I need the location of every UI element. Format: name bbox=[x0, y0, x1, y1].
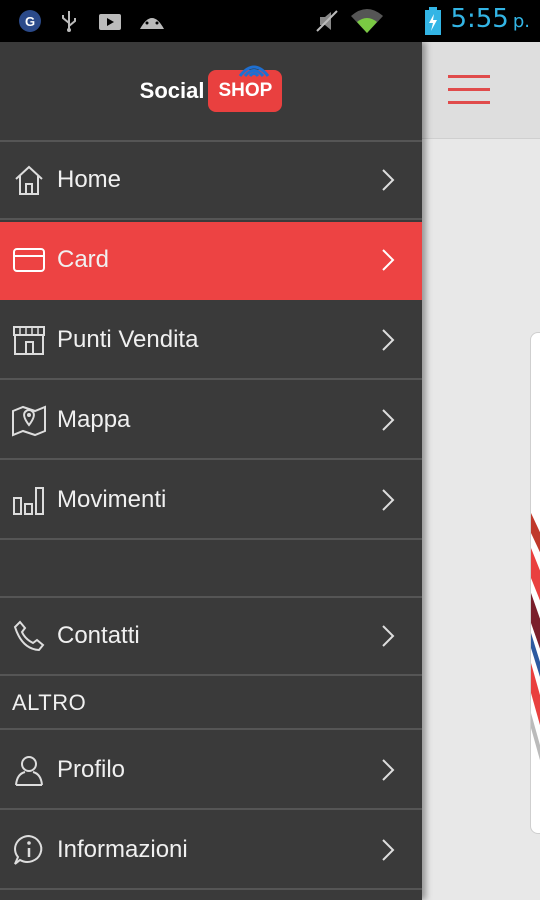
section-header-altro: ALTRO bbox=[0, 678, 422, 730]
menu-item-profilo[interactable]: Profilo bbox=[0, 732, 422, 810]
info-icon bbox=[11, 832, 47, 868]
status-bar: G 5:55 p. bbox=[0, 0, 540, 42]
phone-icon bbox=[11, 618, 47, 654]
svg-text:G: G bbox=[25, 14, 35, 29]
menu-item-label: Movimenti bbox=[57, 486, 167, 513]
menu-item-movimenti[interactable]: Movimenti bbox=[0, 462, 422, 540]
menu-item-contatti[interactable]: Contatti bbox=[0, 598, 422, 676]
chevron-right-icon bbox=[376, 485, 400, 515]
logo-text: Social bbox=[139, 78, 205, 103]
app-bar bbox=[422, 42, 540, 139]
menu-item-label: Mappa bbox=[57, 406, 131, 433]
android-icon bbox=[138, 9, 166, 33]
clock: 5:55 p. bbox=[450, 4, 530, 34]
chevron-right-icon bbox=[376, 405, 400, 435]
wifi-signal-icon bbox=[239, 65, 270, 78]
bar-chart-icon bbox=[11, 482, 47, 518]
battery-charging-icon bbox=[424, 7, 442, 35]
section-title: ALTRO bbox=[12, 690, 87, 715]
user-icon bbox=[11, 752, 47, 788]
hamburger-menu-icon[interactable] bbox=[448, 75, 490, 105]
mute-icon bbox=[314, 9, 340, 33]
media-icon bbox=[98, 9, 122, 33]
navigation-drawer: Social SHOP Home Card Punti Vendita Mapp… bbox=[0, 42, 422, 900]
menu-item-label: Informazioni bbox=[57, 836, 188, 863]
chevron-right-icon bbox=[376, 755, 400, 785]
chevron-right-icon bbox=[376, 245, 400, 275]
home-icon bbox=[11, 162, 47, 198]
menu-item-informazioni[interactable]: Informazioni bbox=[0, 812, 422, 890]
menu-item-mappa[interactable]: Mappa bbox=[0, 382, 422, 460]
menu-item-label: Profilo bbox=[57, 756, 126, 783]
menu-item-punti-vendita[interactable]: Punti Vendita bbox=[0, 302, 422, 380]
card-preview[interactable] bbox=[530, 332, 540, 834]
map-icon bbox=[11, 402, 47, 438]
chevron-right-icon bbox=[376, 325, 400, 355]
store-icon bbox=[11, 322, 47, 358]
wifi-icon bbox=[350, 9, 384, 33]
menu-item-card[interactable]: Card bbox=[0, 222, 422, 300]
main-content bbox=[422, 42, 540, 900]
menu-item-label: Home bbox=[57, 166, 122, 193]
chevron-right-icon bbox=[376, 165, 400, 195]
menu-item-home[interactable]: Home bbox=[0, 142, 422, 220]
menu-item-label: Contatti bbox=[57, 622, 140, 649]
app-logo: Social SHOP bbox=[0, 42, 422, 142]
chevron-right-icon bbox=[376, 835, 400, 865]
menu-divider bbox=[0, 542, 422, 598]
usb-icon bbox=[58, 9, 80, 33]
chevron-right-icon bbox=[376, 621, 400, 651]
menu-item-label: Punti Vendita bbox=[57, 326, 199, 353]
notification-icon: G bbox=[18, 9, 42, 33]
logo-badge: SHOP bbox=[208, 65, 283, 112]
card-icon bbox=[11, 242, 47, 278]
menu-item-label: Card bbox=[57, 246, 110, 273]
